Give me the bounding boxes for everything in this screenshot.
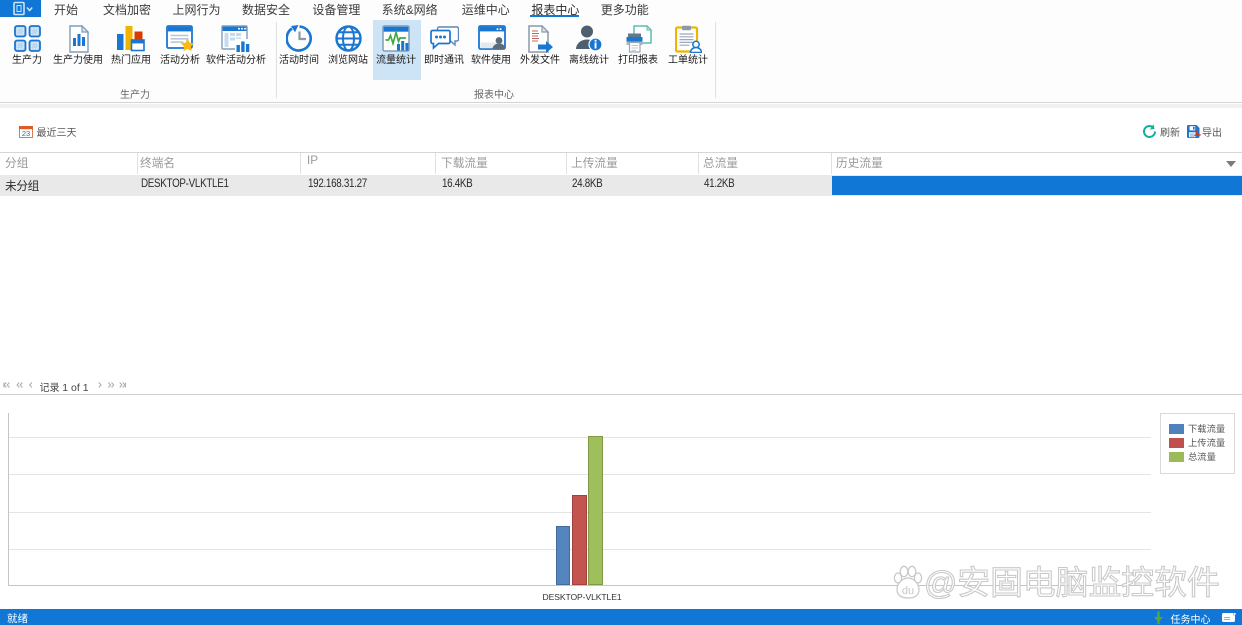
svg-text:du: du bbox=[902, 585, 914, 597]
svg-text:23: 23 bbox=[22, 129, 30, 138]
